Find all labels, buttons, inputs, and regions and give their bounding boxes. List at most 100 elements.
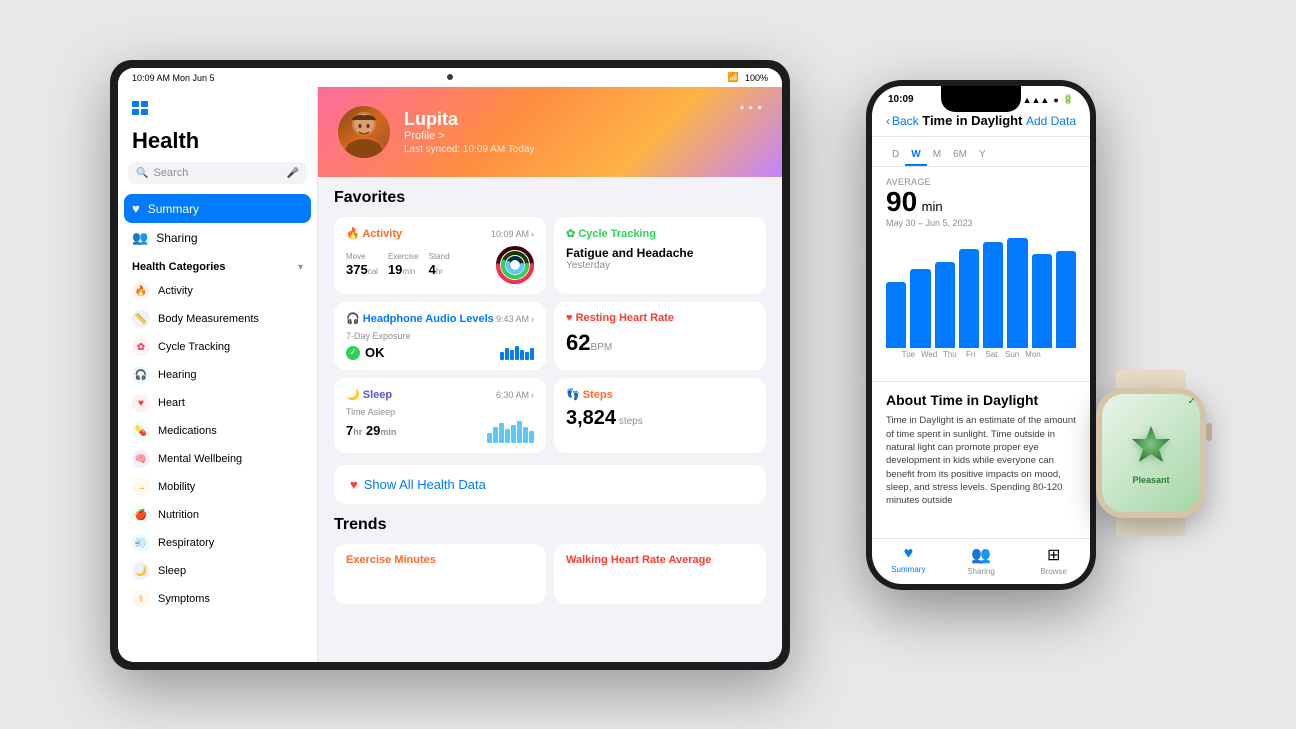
- heart-trend-title: Walking Heart Rate Average: [566, 554, 754, 566]
- bar-6: [1007, 238, 1027, 348]
- iphone-tabbar: ♥ Summary 👥 Sharing ⊞ Browse: [872, 538, 1090, 584]
- health-categories-label: Health Categories: [132, 261, 226, 273]
- mic-icon: 🎤: [287, 168, 299, 179]
- sidebar-grid-icon: [118, 97, 317, 128]
- headphone-title: 🎧 Headphone Audio Levels: [346, 312, 494, 325]
- cycle-when: Yesterday: [566, 260, 754, 271]
- bar-4: [959, 249, 979, 348]
- profile-link[interactable]: Profile >: [404, 130, 534, 142]
- iphone: 10:09 ▲▲▲ ● 🔋 ‹ Back Time in Daylight Ad…: [866, 80, 1096, 590]
- tab-y[interactable]: Y: [973, 145, 992, 166]
- sleep-time: 6:30 AM ›: [496, 390, 534, 400]
- activity-rings: [496, 246, 534, 284]
- tab-m[interactable]: M: [927, 145, 947, 166]
- sidebar-item-respiratory[interactable]: 💨 Respiratory: [118, 529, 317, 557]
- chevron-down-icon[interactable]: ▾: [298, 262, 303, 273]
- search-icon: 🔍: [136, 168, 148, 179]
- tabbar-browse[interactable]: ⊞ Browse: [1017, 545, 1090, 576]
- tabbar-sharing[interactable]: 👥 Sharing: [945, 545, 1018, 576]
- sidebar-item-symptoms[interactable]: ⚕ Symptoms: [118, 585, 317, 613]
- sidebar-item-sharing[interactable]: 👥 Sharing: [118, 223, 317, 253]
- nutrition-label: Nutrition: [158, 509, 199, 521]
- cycle-card[interactable]: ✿ Cycle Tracking Fatigue and Headache Ye…: [554, 217, 766, 294]
- sidebar-item-mental[interactable]: 🧠 Mental Wellbeing: [118, 445, 317, 473]
- sidebar-item-heart[interactable]: ♥ Heart: [118, 389, 317, 417]
- activity-card[interactable]: 🔥 Activity 10:09 AM › Move 375cal: [334, 217, 546, 294]
- iphone-back-button[interactable]: ‹ Back: [886, 114, 919, 128]
- profile-sync: Last synced: 10:09 AM Today: [404, 144, 534, 155]
- iphone-add-button[interactable]: Add Data: [1026, 114, 1076, 128]
- tabbar-sharing-label: Sharing: [967, 567, 995, 576]
- tab-6m[interactable]: 6M: [947, 145, 973, 166]
- bar-7: [1032, 254, 1052, 348]
- watch-mood-label: Pleasant: [1132, 475, 1169, 485]
- sidebar-item-summary[interactable]: ♥ Summary: [124, 194, 311, 223]
- favorites-grid: 🔥 Activity 10:09 AM › Move 375cal: [334, 217, 766, 453]
- tabbar-browse-icon: ⊞: [1047, 545, 1060, 565]
- hearing-label: Hearing: [158, 369, 197, 381]
- bar-chart: [886, 238, 1076, 348]
- trends-title: Trends: [334, 516, 766, 534]
- trend-card-exercise[interactable]: Exercise Minutes: [334, 544, 546, 604]
- sidebar-item-hearing[interactable]: 🎧 Hearing: [118, 361, 317, 389]
- iphone-notch: [941, 86, 1021, 112]
- trend-card-heart[interactable]: Walking Heart Rate Average: [554, 544, 766, 604]
- cycle-card-title: ✿ Cycle Tracking: [566, 227, 656, 240]
- tabbar-summary[interactable]: ♥ Summary: [872, 545, 945, 576]
- steps-value: 3,824 steps: [566, 407, 754, 430]
- more-dots: • • •: [740, 99, 762, 115]
- headphone-card[interactable]: 🎧 Headphone Audio Levels 9:43 AM › 7-Day…: [334, 302, 546, 370]
- sharing-icon: 👥: [132, 230, 148, 246]
- exposure-label: 7-Day Exposure: [346, 331, 534, 341]
- sleep-title: 🌙 Sleep: [346, 388, 392, 401]
- profile-avatar: [338, 106, 390, 158]
- iphone-tabs: D W M 6M Y: [872, 137, 1090, 167]
- sidebar-title: Health: [118, 128, 317, 162]
- sidebar-search[interactable]: 🔍 Search 🎤: [128, 162, 307, 184]
- show-all-button[interactable]: ♥ Show All Health Data: [334, 465, 766, 504]
- tabbar-browse-label: Browse: [1040, 567, 1067, 576]
- ipad-battery: 100%: [745, 73, 768, 83]
- watch-strap-top: [1116, 370, 1186, 388]
- search-placeholder: Search: [153, 167, 281, 179]
- sidebar-item-activity[interactable]: 🔥 Activity: [118, 277, 317, 305]
- battery-icon: 🔋: [1063, 94, 1074, 105]
- headphone-bars: [500, 346, 534, 360]
- tab-d[interactable]: D: [886, 145, 905, 166]
- watch-crown: [1206, 423, 1212, 441]
- heart-rate-card[interactable]: ♥ Resting Heart Rate 62BPM: [554, 302, 766, 370]
- favorites-title: Favorites: [334, 189, 766, 207]
- sidebar-item-sleep[interactable]: 🌙 Sleep: [118, 557, 317, 585]
- bar-5: [983, 242, 1003, 348]
- tabbar-summary-icon: ♥: [904, 545, 914, 563]
- ok-label: OK: [365, 345, 385, 360]
- sidebar-item-cycle[interactable]: ✿ Cycle Tracking: [118, 333, 317, 361]
- watch-screen: ✓ Pleasant: [1102, 394, 1200, 512]
- profile-info: Lupita Profile > Last synced: 10:09 AM T…: [404, 109, 534, 155]
- main-content: • • •: [318, 87, 782, 662]
- watch-star: [1126, 421, 1176, 471]
- trends-grid: Exercise Minutes Walking Heart Rate Aver…: [334, 544, 766, 604]
- ipad-time: 10:09 AM Mon Jun 5: [132, 73, 215, 83]
- sidebar-item-body[interactable]: 📏 Body Measurements: [118, 305, 317, 333]
- tab-w[interactable]: W: [905, 145, 926, 166]
- sidebar-item-medications[interactable]: 💊 Medications: [118, 417, 317, 445]
- tabbar-summary-label: Summary: [891, 565, 925, 574]
- sharing-label: Sharing: [156, 231, 197, 245]
- label-sun: Sun: [1004, 350, 1021, 359]
- heart-label: Heart: [158, 397, 185, 409]
- symptoms-label: Symptoms: [158, 593, 210, 605]
- sleep-label: Sleep: [158, 565, 186, 577]
- tabbar-sharing-icon: 👥: [971, 545, 991, 565]
- iphone-stats: AVERAGE 90 min May 30 – Jun 5, 2023: [872, 167, 1090, 238]
- label-fri: Fri: [962, 350, 979, 359]
- trends-section: Trends Exercise Minutes Walking Heart Ra…: [334, 516, 766, 604]
- sidebar-item-mobility[interactable]: → Mobility: [118, 473, 317, 501]
- apple-watch: ✓ Pleasant: [1086, 370, 1216, 530]
- sleep-duration: 7hr 29min: [346, 423, 396, 438]
- sidebar-item-nutrition[interactable]: 🍎 Nutrition: [118, 501, 317, 529]
- steps-card[interactable]: 👣 Steps 3,824 steps: [554, 378, 766, 453]
- wifi-icon: ●: [1053, 95, 1058, 105]
- sleep-card[interactable]: 🌙 Sleep 6:30 AM › Time Asleep 7hr 29min: [334, 378, 546, 453]
- heart-rate-value: 62BPM: [566, 330, 754, 356]
